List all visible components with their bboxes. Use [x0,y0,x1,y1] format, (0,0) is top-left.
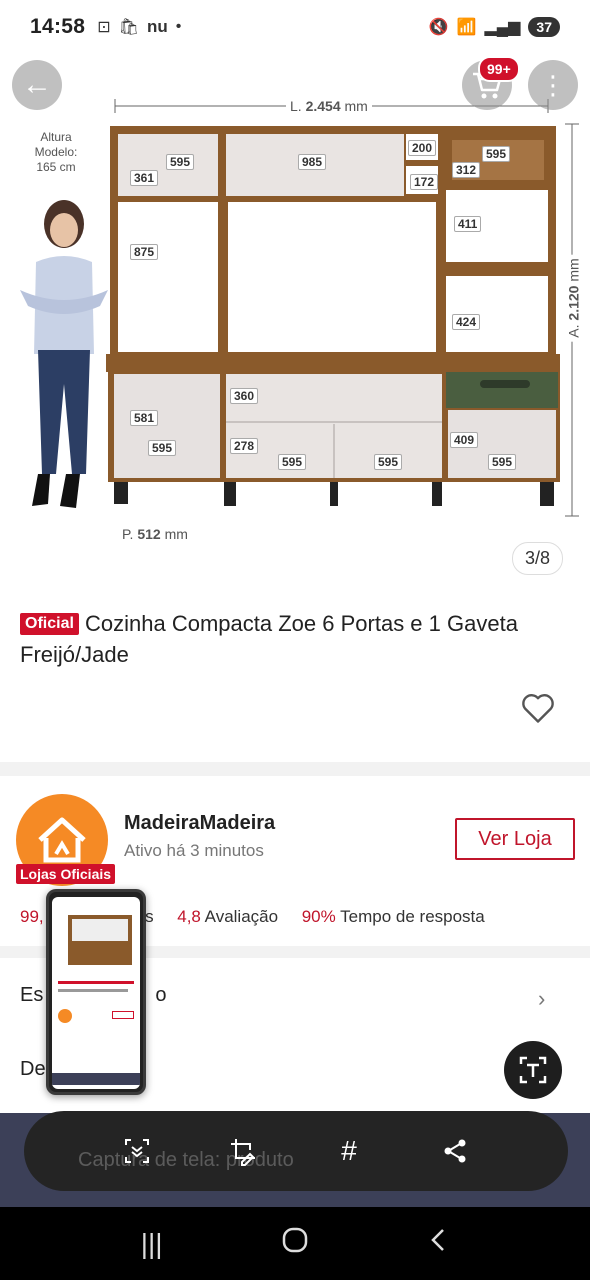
stat-label: Avaliação [204,907,279,926]
screenshot-icon: ⊡ [97,19,111,36]
dim-label: 985 [298,154,327,170]
depth-label: P. 512 mm [122,526,188,542]
dim-label: 875 [130,244,159,260]
product-image-carousel[interactable]: Altura Modelo: 165 cm L. 2.454 mm A. 2.1… [0,54,590,594]
stat-value: 4,8 [177,907,201,926]
mute-icon: 🔇 [428,19,449,36]
system-nav-bar: ||| [0,1207,590,1280]
store-status: Ativo há 3 minutos [124,841,264,860]
nu-icon: nu [146,17,168,36]
store-name[interactable]: MadeiraMadeira [124,812,275,835]
thumbnail-screen [52,897,140,1089]
recent-apps-button[interactable]: ||| [132,1228,172,1260]
share-icon [444,1139,466,1163]
model-height-label: Altura Modelo: 165 cm [34,130,78,174]
dim-label: 595 [278,454,307,470]
back-button[interactable]: ← [12,60,62,110]
text-recognition-icon [519,1056,547,1084]
stat-label: Tempo de resposta [340,907,485,926]
official-badge: Oficial [20,613,79,635]
screenshot-toolbar: Captura de tela: produto # [24,1111,568,1191]
cabinet-diagram [20,99,579,517]
battery-indicator: 37 [528,17,560,37]
row-label-start: Es [20,984,44,1006]
more-options-button[interactable]: ⋮ [528,60,578,110]
status-bar: 14:58 ⊡ 🛍 nu • 🔇 📶 ▂▄▆ 37 [0,0,590,54]
signal-icon: ▂▄▆ [484,19,521,36]
status-time: 14:58 [30,15,86,38]
store-house-icon [38,817,86,863]
dim-label: 595 [148,440,177,456]
dim-label: 409 [450,432,479,448]
official-stores-tag: Lojas Oficiais [16,864,116,884]
dim-label: 595 [488,454,517,470]
stat-value: 90% [301,907,336,926]
hashtag-button[interactable]: # [329,1131,369,1171]
product-title: Cozinha Compacta Zoe 6 Portas e 1 Gaveta… [20,611,518,667]
cart-count-badge: 99+ [478,56,520,82]
wifi-icon: 📶 [456,19,477,36]
dim-label: 361 [130,170,159,186]
dim-label: 595 [374,454,403,470]
more-vertical-icon: ⋮ [540,70,566,100]
row-label-end: o [155,984,167,1006]
image-counter: 3/8 [512,542,564,575]
scroll-capture-button[interactable] [117,1131,157,1171]
hashtag-icon: # [341,1135,357,1166]
screenshot-thumbnail[interactable] [46,889,146,1095]
share-button[interactable] [435,1131,475,1171]
dim-label: 200 [408,140,437,156]
favorite-heart-icon[interactable] [520,690,556,726]
home-button[interactable] [275,1226,315,1261]
dim-label: 581 [130,410,159,426]
product-title-block: Oficial Cozinha Compacta Zoe 6 Portas e … [20,608,580,670]
scroll-capture-icon [125,1139,149,1163]
stat-value: 99, [20,907,44,926]
status-left-icons: ⊡ 🛍 nu • [97,17,181,37]
view-store-button[interactable]: Ver Loja [455,818,575,860]
row-label-start: De [20,1058,46,1080]
dim-label: 172 [410,174,439,190]
crop-edit-icon [231,1139,255,1166]
extract-text-button[interactable] [504,1041,562,1099]
status-right-icons: 🔇 📶 ▂▄▆ 37 [429,17,560,37]
width-label: L. 2.454 mm [286,98,372,114]
dim-label: 595 [482,146,511,162]
chevron-right-icon: › [538,986,546,1011]
dot-icon: • [175,18,182,35]
height-label: A. 2.120 mm [565,254,582,342]
arrow-left-icon: ← [22,68,52,101]
dim-label: 360 [230,388,259,404]
chevron-left-icon [431,1229,445,1251]
dim-label: 278 [230,438,259,454]
edit-crop-button[interactable] [223,1131,263,1171]
home-circle-icon [282,1227,308,1253]
back-nav-button[interactable] [418,1226,458,1261]
shop-icon: 🛍 [118,19,139,36]
dim-label: 312 [452,162,481,178]
dim-label: 595 [166,154,195,170]
dim-label: 424 [452,314,481,330]
dim-label: 411 [454,216,482,232]
section-divider [0,762,590,776]
